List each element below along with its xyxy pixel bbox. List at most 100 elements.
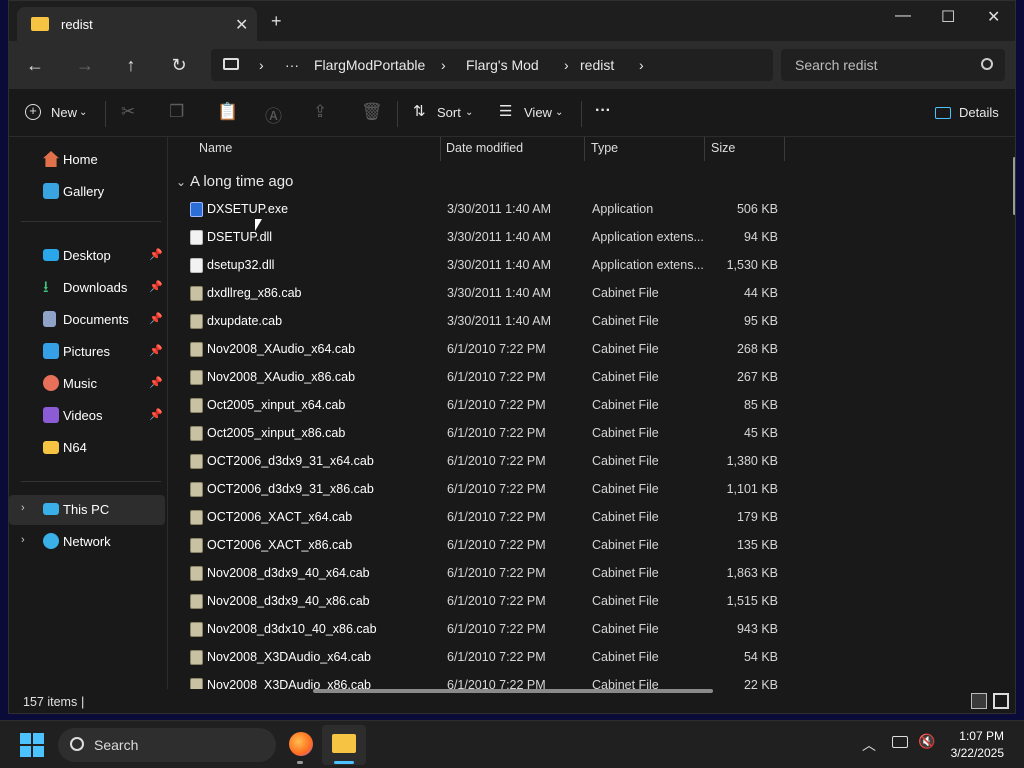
- column-separator[interactable]: [784, 137, 785, 161]
- sidebar-item-downloads[interactable]: ⭳ Downloads 📌: [9, 273, 165, 303]
- close-icon[interactable]: ✕: [235, 15, 248, 35]
- pin-icon[interactable]: 📌: [149, 312, 163, 325]
- details-view-icon[interactable]: [971, 693, 987, 709]
- sidebar-item-videos[interactable]: Videos 📌: [9, 401, 165, 431]
- network-status-icon[interactable]: [892, 736, 908, 748]
- pin-icon[interactable]: 📌: [149, 248, 163, 261]
- address-bar[interactable]: › ··· FlargModPortable › Flarg's Mod › r…: [211, 49, 773, 81]
- breadcrumb-flargmodportable[interactable]: FlargModPortable: [314, 57, 425, 73]
- table-row[interactable]: Nov2008_X3DAudio_x86.cab 6/1/2010 7:22 PM…: [186, 671, 786, 689]
- chevron-down-icon[interactable]: ⌄: [176, 175, 186, 189]
- pin-icon[interactable]: 📌: [149, 408, 163, 421]
- table-row[interactable]: Oct2005_xinput_x64.cab 6/1/2010 7:22 PM Ca…: [186, 391, 786, 419]
- refresh-icon[interactable]: ↻: [167, 55, 191, 76]
- file-size: 1,515 KB: [726, 594, 778, 608]
- view-button[interactable]: View: [524, 105, 552, 120]
- sidebar-item-pictures[interactable]: Pictures 📌: [9, 337, 165, 367]
- taskbar-search[interactable]: Search: [58, 728, 276, 762]
- more-options-button[interactable]: ···: [595, 102, 611, 120]
- table-row[interactable]: dsetup32.dll 3/30/2011 1:40 AM Application…: [186, 251, 786, 279]
- column-header-name[interactable]: Name: [199, 141, 232, 155]
- pin-icon[interactable]: 📌: [149, 344, 163, 357]
- file-size: 95 KB: [743, 314, 778, 328]
- column-separator[interactable]: [440, 137, 441, 161]
- details-button[interactable]: Details: [959, 105, 999, 120]
- horizontal-scrollbar[interactable]: [313, 689, 713, 693]
- cut-icon[interactable]: ✂: [121, 102, 135, 122]
- table-row[interactable]: Nov2008_XAudio_x64.cab 6/1/2010 7:22 PM Ca…: [186, 335, 786, 363]
- chevron-right-icon[interactable]: ›: [21, 502, 25, 514]
- sidebar-item-documents[interactable]: Documents 📌: [9, 305, 165, 335]
- clock-time[interactable]: 1:07 PM: [948, 729, 1004, 743]
- up-arrow-icon[interactable]: ↑: [119, 55, 143, 76]
- firefox-icon[interactable]: [289, 732, 313, 756]
- table-row[interactable]: DXSETUP.exe 3/30/2011 1:40 AM Application 5…: [186, 195, 786, 223]
- chevron-right-icon[interactable]: ›: [441, 57, 446, 73]
- plus-circle-icon: +: [25, 104, 41, 120]
- pin-icon[interactable]: 📌: [149, 280, 163, 293]
- table-row[interactable]: Nov2008_d3dx9_40_x86.cab 6/1/2010 7:22 PM…: [186, 587, 786, 615]
- volume-muted-icon[interactable]: 🔇: [918, 733, 935, 750]
- table-row[interactable]: OCT2006_d3dx9_31_x64.cab 6/1/2010 7:22 PM…: [186, 447, 786, 475]
- vertical-scrollbar[interactable]: [1013, 157, 1015, 215]
- forward-arrow-icon[interactable]: →: [73, 55, 97, 76]
- sort-button[interactable]: Sort: [437, 105, 461, 120]
- sidebar-item-gallery[interactable]: Gallery: [9, 177, 165, 207]
- share-icon[interactable]: ⇪: [313, 102, 327, 122]
- chevron-right-icon[interactable]: ›: [21, 534, 25, 546]
- table-row[interactable]: OCT2006_XACT_x64.cab 6/1/2010 7:22 PM Cabi…: [186, 503, 786, 531]
- table-row[interactable]: Nov2008_d3dx10_40_x86.cab 6/1/2010 7:22 P…: [186, 615, 786, 643]
- column-header-size[interactable]: Size: [711, 141, 735, 155]
- chevron-right-icon[interactable]: ›: [259, 57, 264, 73]
- chevron-right-icon[interactable]: ›: [639, 57, 644, 73]
- table-row[interactable]: dxupdate.cab 3/30/2011 1:40 AM Cabinet Fil…: [186, 307, 786, 335]
- sidebar-item-music[interactable]: Music 📌: [9, 369, 165, 399]
- table-row[interactable]: Nov2008_XAudio_x86.cab 6/1/2010 7:22 PM Ca…: [186, 363, 786, 391]
- new-button[interactable]: New: [51, 105, 77, 120]
- pin-icon[interactable]: 📌: [149, 376, 163, 389]
- chevron-right-icon[interactable]: ›: [564, 57, 569, 73]
- cab-icon: [190, 426, 203, 441]
- breadcrumb-flargs-mod[interactable]: Flarg's Mod: [466, 57, 539, 73]
- clock-date[interactable]: 3/22/2025: [940, 746, 1004, 760]
- tab-redist[interactable]: redist ✕: [17, 7, 257, 41]
- column-separator[interactable]: [584, 137, 585, 161]
- maximize-icon[interactable]: ☐: [941, 7, 955, 27]
- table-row[interactable]: Oct2005_xinput_x86.cab 6/1/2010 7:22 PM Ca…: [186, 419, 786, 447]
- sidebar-item-home[interactable]: Home: [9, 145, 165, 175]
- file-size: 506 KB: [736, 202, 778, 216]
- sidebar-item-desktop[interactable]: Desktop 📌: [9, 241, 165, 271]
- column-header-date[interactable]: Date modified: [446, 141, 523, 155]
- copy-icon[interactable]: ❐: [169, 102, 184, 122]
- column-separator[interactable]: [704, 137, 705, 161]
- cab-icon: [190, 538, 203, 553]
- paste-icon[interactable]: 📋: [217, 102, 238, 122]
- table-row[interactable]: DSETUP.dll 3/30/2011 1:40 AM Application e…: [186, 223, 786, 251]
- rename-icon[interactable]: Ⓐ: [265, 102, 282, 127]
- table-row[interactable]: dxdllreg_x86.cab 3/30/2011 1:40 AM Cabinet…: [186, 279, 786, 307]
- tiles-view-icon[interactable]: [993, 693, 1009, 709]
- table-row[interactable]: OCT2006_d3dx9_31_x86.cab 6/1/2010 7:22 PM…: [186, 475, 786, 503]
- file-name: OCT2006_XACT_x64.cab: [207, 510, 353, 524]
- sidebar-item-network[interactable]: › Network: [9, 527, 165, 557]
- back-arrow-icon[interactable]: ←: [23, 55, 47, 76]
- delete-icon[interactable]: 🗑: [361, 102, 383, 122]
- table-row[interactable]: OCT2006_XACT_x86.cab 6/1/2010 7:22 PM Cabi…: [186, 531, 786, 559]
- plus-icon[interactable]: +: [271, 11, 282, 32]
- search-input[interactable]: Search redist: [795, 57, 877, 73]
- table-row[interactable]: Nov2008_d3dx9_40_x64.cab 6/1/2010 7:22 PM…: [186, 559, 786, 587]
- chevron-up-icon[interactable]: ︿: [862, 735, 876, 755]
- windows-start-icon[interactable]: [20, 733, 44, 757]
- group-header[interactable]: A long time ago: [190, 173, 293, 190]
- sidebar-item-this-pc[interactable]: › This PC: [9, 495, 165, 525]
- breadcrumb-overflow[interactable]: ···: [285, 57, 299, 73]
- file-size: 1,101 KB: [726, 482, 778, 496]
- column-header-type[interactable]: Type: [591, 141, 618, 155]
- minimize-icon[interactable]: —: [895, 7, 911, 25]
- sidebar-item-n64[interactable]: N64: [9, 433, 165, 463]
- close-icon[interactable]: ✕: [987, 7, 1000, 27]
- search-box[interactable]: Search redist: [781, 49, 1005, 81]
- breadcrumb-redist[interactable]: redist: [580, 57, 614, 73]
- file-explorer-taskbar-button[interactable]: [322, 725, 366, 765]
- table-row[interactable]: Nov2008_X3DAudio_x64.cab 6/1/2010 7:22 PM…: [186, 643, 786, 671]
